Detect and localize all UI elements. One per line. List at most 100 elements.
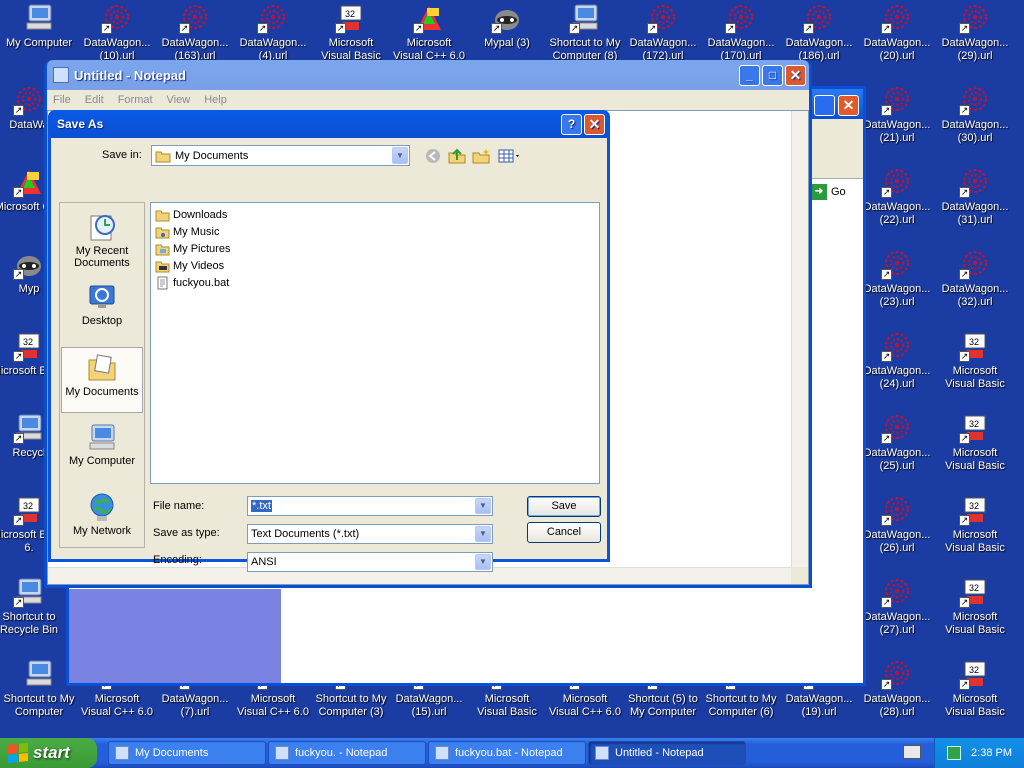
file-list[interactable]: Downloads My Music My Pictures My Videos… <box>150 202 600 484</box>
desktop-icon[interactable]: ↗ DataWagon... (27).url <box>858 574 936 640</box>
menu-format[interactable]: Format <box>118 94 153 106</box>
desktop-icon[interactable]: ↗ DataWagon... (23).url <box>858 246 936 312</box>
desktop-icon[interactable]: ↗ DataWagon... (20).url <box>858 0 936 66</box>
notepad-titlebar[interactable]: Untitled - Notepad _ □ ✕ <box>47 60 809 90</box>
desktop-icon[interactable]: 32 ↗ Microsoft Visual Basic 6.0 (19) <box>936 492 1014 558</box>
menu-edit[interactable]: Edit <box>85 94 104 106</box>
desktop-icon-label: DataWagon... (27).url <box>863 611 931 636</box>
maximize-button[interactable]: □ <box>762 64 783 86</box>
desktop-icon[interactable]: ↗ DataWagon... (28).url <box>858 656 936 722</box>
list-item[interactable]: My Videos <box>155 257 224 274</box>
datawagon-url-icon: ↗ <box>179 2 211 34</box>
desktop-icon[interactable]: ↗ DataWagon... (163).url <box>156 0 234 66</box>
system-tray: 2:38 PM <box>934 738 1024 768</box>
save-as-titlebar[interactable]: Save As ? ✕ <box>51 110 607 138</box>
chevron-down-icon[interactable]: ▼ <box>475 498 491 514</box>
list-item[interactable]: Downloads <box>155 206 227 223</box>
datawagon-url-icon: ↗ <box>959 248 991 280</box>
cancel-button[interactable]: Cancel <box>527 522 601 543</box>
desktop-icon[interactable]: ↗ DataWagon... (26).url <box>858 492 936 558</box>
desktop-icon[interactable]: ↗ DataWagon... (186).url <box>780 0 858 66</box>
desktop-icon[interactable]: ↗ DataWagon... (10).url <box>78 0 156 66</box>
desktop-icon[interactable]: 32 ↗ Microsoft Visual Basic 6.0 (20) <box>936 574 1014 640</box>
view-menu-button[interactable] <box>497 146 523 166</box>
desktop-icon[interactable]: ↗ DataWagon... (21).url <box>858 82 936 148</box>
clock[interactable]: 2:38 PM <box>971 747 1012 759</box>
start-button[interactable]: start <box>0 738 97 768</box>
notepad-title: Untitled - Notepad <box>74 67 186 83</box>
desktop-icon-label: DataWagon... (28).url <box>863 693 931 718</box>
save-as-type-dropdown[interactable]: Text Documents (*.txt) ▼ <box>247 524 493 544</box>
start-label: start <box>33 743 70 762</box>
desktop-icon[interactable]: ↗ DataWagon... (4).url <box>234 0 312 66</box>
desktop-icon[interactable]: ↗ DataWagon... (172).url <box>624 0 702 66</box>
desktop-icon[interactable]: ↗ Shortcut to My Computer (8) <box>546 0 624 66</box>
vcpp-icon: ↗ <box>13 166 45 198</box>
desktop-icon[interactable]: My Computer <box>0 0 78 66</box>
taskbar-item-fuckyou-notepad[interactable]: fuckyou. - Notepad <box>268 741 426 765</box>
menu-view[interactable]: View <box>167 94 191 106</box>
up-one-level-button[interactable] <box>447 146 467 166</box>
menu-help[interactable]: Help <box>204 94 227 106</box>
close-button[interactable]: ✕ <box>785 64 806 86</box>
shortcut-arrow-icon: ↗ <box>13 269 24 280</box>
chevron-down-icon[interactable]: ▼ <box>475 526 491 542</box>
chevron-down-icon[interactable]: ▼ <box>475 554 491 570</box>
maximize-button[interactable] <box>814 95 835 116</box>
file-name: fuckyou.bat <box>173 276 230 289</box>
desktop-icon[interactable]: ↗ DataWagon... (22).url <box>858 164 936 230</box>
desktop-icon[interactable]: ↗ DataWagon... (170).url <box>702 0 780 66</box>
shortcut-arrow-icon: ↗ <box>413 23 424 34</box>
taskbar-item-untitled-notepad[interactable]: Untitled - Notepad <box>588 741 746 765</box>
file-name-input[interactable]: *.txt ▼ <box>247 496 493 516</box>
shortcut-arrow-icon: ↗ <box>101 23 112 34</box>
close-button[interactable]: ✕ <box>584 113 605 135</box>
desktop-icon-label: Microsoft Visual Basic 6.0 (18) <box>945 447 1005 472</box>
desktop-icon[interactable]: ↗ DataWagon... (32).url <box>936 246 1014 312</box>
close-button[interactable]: ✕ <box>838 95 859 116</box>
list-item[interactable]: My Music <box>155 223 219 240</box>
vertical-scrollbar[interactable] <box>791 111 808 567</box>
shortcut-arrow-icon: ↗ <box>179 23 190 34</box>
desktop-icon[interactable]: 32↗Microsoft Visual Basic 6.0 (4) <box>312 0 390 66</box>
places-my-computer[interactable]: My Computer <box>61 417 143 483</box>
desktop-icon[interactable]: ↗ DataWagon... (25).url <box>858 410 936 476</box>
encoding-dropdown[interactable]: ANSI ▼ <box>247 552 493 572</box>
places-recent-documents[interactable]: My Recent Documents <box>61 207 143 273</box>
save-in-dropdown[interactable]: My Documents ▼ <box>151 145 410 166</box>
desktop-icon[interactable]: ↗ DataWagon... (29).url <box>936 0 1014 66</box>
taskbar-item-my-documents[interactable]: My Documents <box>108 741 266 765</box>
desktop-icon-label: DataWagon... (29).url <box>941 37 1009 62</box>
pictures-folder-icon <box>155 244 170 255</box>
desktop-icon[interactable]: 32 ↗ Microsoft Visual Basic 6.0 (18) <box>936 410 1014 476</box>
desktop-icon[interactable]: ↗ Mypal (3) <box>468 0 546 66</box>
keyboard-icon[interactable] <box>903 745 921 759</box>
save-as-dialog[interactable]: Save As ? ✕ Save in: My Documents ▼ My R… <box>48 110 610 572</box>
places-my-network[interactable]: My Network <box>61 487 143 553</box>
desktop-icon[interactable]: ↗Microsoft Visual C++ 6.0 (11) <box>390 0 468 66</box>
minimize-button[interactable]: _ <box>739 64 760 86</box>
help-button[interactable]: ? <box>561 113 582 135</box>
desktop-icon-label: DataWagon... (23).url <box>863 283 931 308</box>
new-folder-button[interactable] <box>471 146 491 166</box>
shortcut-arrow-icon: ↗ <box>13 351 24 362</box>
desktop-icon-label: DataWagon... (32).url <box>941 283 1009 308</box>
desktop-icon[interactable]: ↗ DataWagon... (30).url <box>936 82 1014 148</box>
go-button[interactable]: ➜ Go <box>811 181 861 203</box>
desktop-icon[interactable]: ↗ DataWagon... (24).url <box>858 328 936 394</box>
network-tray-icon[interactable] <box>947 746 962 760</box>
datawagon-url-icon: ↗ <box>881 166 913 198</box>
desktop-icon[interactable]: 32 ↗ Microsoft Visual Basic 6.0 (21) <box>936 656 1014 722</box>
back-button[interactable] <box>423 146 443 166</box>
places-my-documents[interactable]: My Documents <box>61 347 143 413</box>
resize-grip[interactable] <box>791 567 808 584</box>
taskbar-item-fuckyou-bat-notepad[interactable]: fuckyou.bat - Notepad <box>428 741 586 765</box>
places-desktop[interactable]: Desktop <box>61 277 143 343</box>
list-item[interactable]: My Pictures <box>155 240 230 257</box>
desktop-icon[interactable]: ↗ DataWagon... (31).url <box>936 164 1014 230</box>
save-button[interactable]: Save <box>527 496 601 517</box>
chevron-down-icon[interactable]: ▼ <box>392 147 408 164</box>
menu-file[interactable]: File <box>53 94 71 106</box>
desktop-icon[interactable]: 32 ↗ Microsoft Visual Basic 6.0 (17) <box>936 328 1014 394</box>
list-item[interactable]: fuckyou.bat <box>155 274 229 291</box>
